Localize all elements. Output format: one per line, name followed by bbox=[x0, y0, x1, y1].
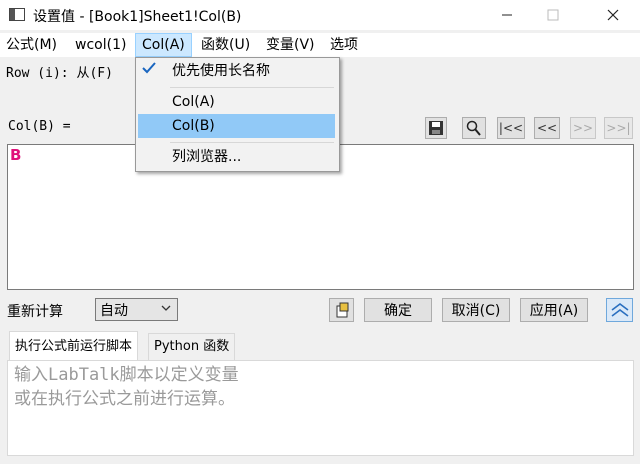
formula-text: B bbox=[10, 146, 22, 164]
menu-item-column-browser[interactable]: 列浏览器... bbox=[138, 145, 335, 169]
maximize-button[interactable] bbox=[530, 0, 576, 30]
double-chevron-up-icon bbox=[611, 303, 628, 317]
recalculate-label: 重新计算 bbox=[7, 304, 63, 320]
window-title: 设置值 - [Book1]Sheet1!Col(B) bbox=[33, 9, 242, 25]
menu-item-col-a[interactable]: Col(A) bbox=[138, 90, 335, 114]
minimize-icon bbox=[502, 14, 512, 16]
save-icon bbox=[429, 121, 443, 135]
next-row-button[interactable]: >> bbox=[570, 117, 596, 139]
collapse-button[interactable] bbox=[606, 298, 633, 322]
close-button[interactable] bbox=[590, 0, 636, 30]
menu-item-prefer-long-name[interactable]: 优先使用长名称 bbox=[138, 59, 335, 83]
minimize-button[interactable] bbox=[484, 0, 530, 30]
chevron-down-icon bbox=[160, 299, 172, 320]
menu-item-col-b[interactable]: Col(B) bbox=[138, 114, 335, 138]
formula-helper-button[interactable] bbox=[329, 298, 354, 322]
menu-separator bbox=[170, 87, 334, 88]
menu-formula[interactable]: 公式(M) bbox=[0, 33, 63, 57]
menu-options[interactable]: 选项 bbox=[324, 33, 364, 57]
menu-variables[interactable]: 变量(V) bbox=[260, 33, 321, 57]
search-button[interactable] bbox=[462, 117, 486, 139]
close-icon bbox=[607, 9, 619, 21]
app-icon bbox=[9, 8, 25, 21]
menu-functions[interactable]: 函数(U) bbox=[195, 33, 256, 57]
ok-button[interactable]: 确定 bbox=[364, 298, 432, 322]
menu-wcol[interactable]: wcol(1) bbox=[69, 33, 132, 57]
previous-row-button[interactable]: << bbox=[534, 117, 560, 139]
script-placeholder: 输入LabTalk脚本以定义变量 或在执行公式之前进行运算。 bbox=[14, 365, 239, 409]
maximize-icon bbox=[547, 9, 559, 21]
column-formula-label: Col(B) = bbox=[8, 119, 71, 134]
tab-python-functions[interactable]: Python 函数 bbox=[148, 333, 236, 361]
last-row-button[interactable]: >>| bbox=[604, 117, 633, 139]
row-range-label: Row (i): 从(F) bbox=[6, 66, 113, 81]
save-button[interactable] bbox=[425, 117, 447, 139]
menu-separator bbox=[170, 142, 334, 143]
recalculate-value: 自动 bbox=[100, 303, 128, 319]
cancel-button[interactable]: 取消(C) bbox=[442, 298, 510, 322]
first-row-button[interactable]: |<< bbox=[497, 117, 525, 139]
search-icon bbox=[466, 120, 481, 136]
menu-col-a[interactable]: Col(A) bbox=[135, 33, 192, 57]
apply-button[interactable]: 应用(A) bbox=[520, 298, 588, 322]
tab-before-formula-script[interactable]: 执行公式前运行脚本 bbox=[9, 331, 139, 361]
pencil-icon bbox=[336, 302, 348, 318]
